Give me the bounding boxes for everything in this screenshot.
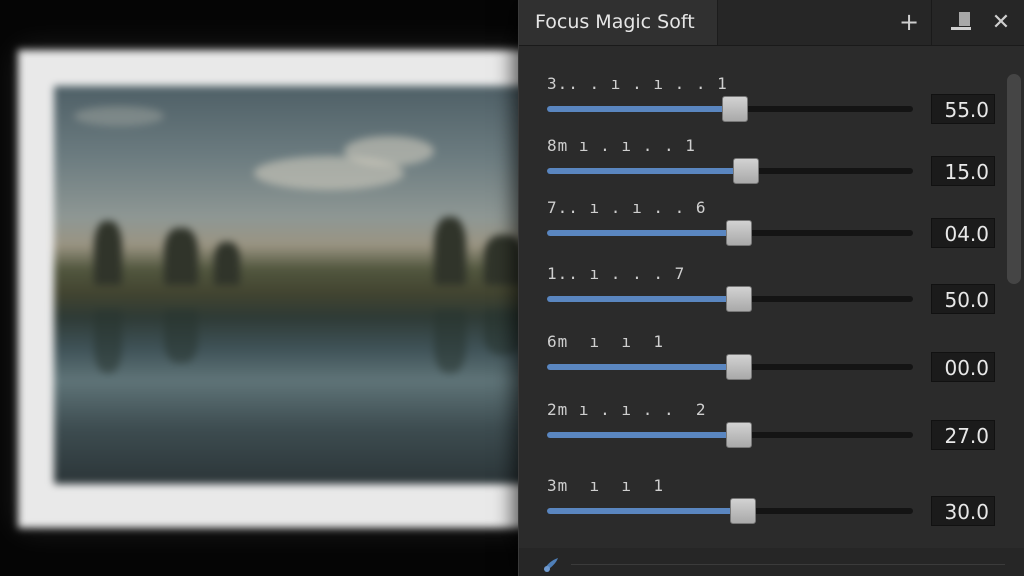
slider-handle[interactable] bbox=[722, 96, 748, 122]
plugin-panel: Focus Magic Soft + ✕ 3.. . ı . ı . . 1 55… bbox=[518, 0, 1024, 576]
slider-scale-label: 2m ı . ı . . 2 bbox=[547, 400, 707, 419]
slider-row: 2m ı . ı . . 2 27.0 bbox=[519, 400, 999, 460]
slider-fill bbox=[547, 364, 730, 370]
slider-fill bbox=[547, 168, 737, 174]
title-bar: Focus Magic Soft + ✕ bbox=[519, 0, 1024, 46]
slider-fill bbox=[547, 230, 730, 236]
slider-row: 1.. ı . . . 7 50.0 bbox=[519, 264, 999, 324]
slider-value-field[interactable]: 30.0 bbox=[931, 496, 995, 526]
slider-track[interactable] bbox=[547, 158, 913, 184]
slider-scale-label: 3.. . ı . ı . . 1 bbox=[547, 74, 728, 93]
slider-scale-label: 8m ı . ı . . 1 bbox=[547, 136, 696, 155]
scrollbar[interactable] bbox=[1007, 74, 1021, 284]
slider-track[interactable] bbox=[547, 354, 913, 380]
slider-track[interactable] bbox=[547, 498, 913, 524]
minimize-icon[interactable] bbox=[939, 0, 979, 45]
slider-value-field[interactable]: 04.0 bbox=[931, 218, 995, 248]
slider-track[interactable] bbox=[547, 220, 913, 246]
close-icon[interactable]: ✕ bbox=[981, 0, 1021, 45]
background-photo-frame bbox=[18, 50, 558, 528]
slider-value-field[interactable]: 27.0 bbox=[931, 420, 995, 450]
screen: Focus Magic Soft + ✕ 3.. . ı . ı . . 1 55… bbox=[0, 0, 1024, 576]
slider-row: 8m ı . ı . . 1 15.0 bbox=[519, 136, 999, 196]
slider-scale-label: 1.. ı . . . 7 bbox=[547, 264, 686, 283]
slider-scale-label: 3m ı ı 1 bbox=[547, 476, 664, 495]
slider-row: 3.. . ı . ı . . 1 55.0 bbox=[519, 74, 999, 134]
slider-value-field[interactable]: 00.0 bbox=[931, 352, 995, 382]
slider-scale-label: 7.. ı . ı . . 6 bbox=[547, 198, 707, 217]
brush-icon[interactable] bbox=[541, 554, 563, 574]
slider-row: 7.. ı . ı . . 6 04.0 bbox=[519, 198, 999, 258]
lake-photo bbox=[54, 86, 558, 484]
slider-value-field[interactable]: 55.0 bbox=[931, 94, 995, 124]
panel-tab[interactable]: Focus Magic Soft bbox=[519, 0, 718, 45]
slider-row: 3m ı ı 1 30.0 bbox=[519, 476, 999, 536]
slider-value-field[interactable]: 50.0 bbox=[931, 284, 995, 314]
slider-track[interactable] bbox=[547, 422, 913, 448]
footer bbox=[519, 548, 1024, 576]
slider-track[interactable] bbox=[547, 286, 913, 312]
slider-scale-label: 6m ı ı 1 bbox=[547, 332, 664, 351]
slider-handle[interactable] bbox=[726, 220, 752, 246]
slider-track[interactable] bbox=[547, 96, 913, 122]
slider-fill bbox=[547, 508, 734, 514]
slider-fill bbox=[547, 106, 726, 112]
plus-icon[interactable]: + bbox=[889, 0, 929, 45]
slider-list: 3.. . ı . ı . . 1 55.0 8m ı . ı . . 1 15.0 7… bbox=[519, 46, 1024, 576]
slider-fill bbox=[547, 296, 730, 302]
slider-row: 6m ı ı 1 00.0 bbox=[519, 332, 999, 392]
slider-value-field[interactable]: 15.0 bbox=[931, 156, 995, 186]
slider-handle[interactable] bbox=[726, 354, 752, 380]
slider-handle[interactable] bbox=[726, 422, 752, 448]
slider-fill bbox=[547, 432, 730, 438]
slider-handle[interactable] bbox=[730, 498, 756, 524]
slider-handle[interactable] bbox=[733, 158, 759, 184]
slider-handle[interactable] bbox=[726, 286, 752, 312]
